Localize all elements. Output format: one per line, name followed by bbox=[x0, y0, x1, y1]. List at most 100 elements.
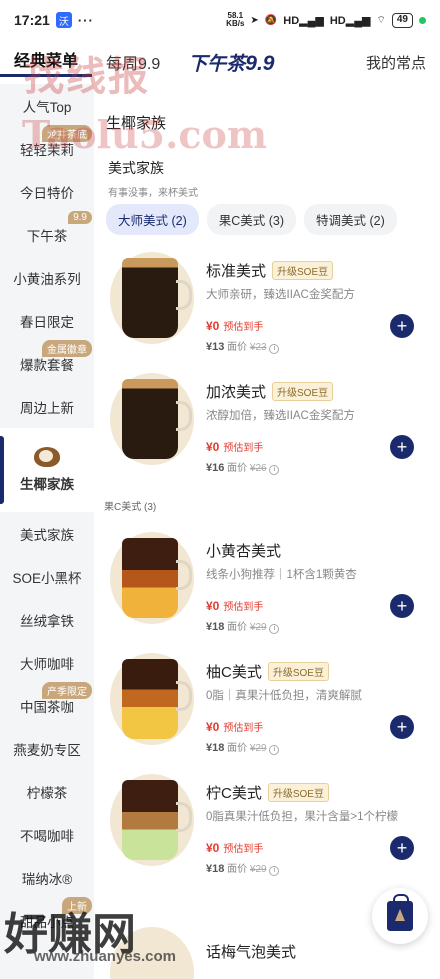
add-to-cart-button[interactable]: + bbox=[390, 715, 414, 739]
price-amount: ¥0 bbox=[206, 318, 220, 333]
network-speed: 58.1 KB/s bbox=[226, 12, 244, 28]
sidebar-item-label: 瑞纳冰® bbox=[21, 871, 73, 887]
product-card[interactable]: 标准美式 升级SOE豆 大师亲研，臻选IIAC金奖配方 ¥0 预估到手 ¥13 面价… bbox=[94, 244, 440, 364]
face-price-label: 面价 bbox=[227, 743, 248, 754]
face-price: ¥18 面价 ¥29 i bbox=[206, 739, 280, 755]
sidebar-item-jasmine[interactable]: 龙井茶底 轻轻茉莉 bbox=[0, 125, 94, 170]
sidebar-item-master[interactable]: 大师咖啡 bbox=[0, 641, 94, 684]
tab-afternoon-tea-label: 下午茶 bbox=[188, 53, 246, 75]
tab-afternoon-tea-price: 9.9 bbox=[245, 51, 275, 75]
sidebar-item-velvet-latte[interactable]: 丝绒拿铁 bbox=[0, 598, 94, 641]
face-price-label: 面价 bbox=[227, 342, 248, 353]
sidebar-item-no-coffee[interactable]: 不喝咖啡 bbox=[0, 813, 94, 856]
product-list: 生椰家族 美式家族 有事没事，来杯美式 大师美式 (2) 果C美式 (3) 特调… bbox=[94, 84, 440, 979]
soe-badge: 升级SOE豆 bbox=[272, 261, 334, 280]
product-card[interactable]: 加浓美式 升级SOE豆 浓醇加倍，臻选IIAC金奖配方 ¥0 预估到手 ¥16 面价… bbox=[94, 365, 440, 485]
price-estimate-label: 预估到手 bbox=[223, 322, 264, 333]
sidebar-item-lemon-tea[interactable]: 柠檬茶 bbox=[0, 770, 94, 813]
sidebar-item-label: 下午茶 bbox=[26, 228, 68, 244]
tab-weekly-99[interactable]: 每周9.9 bbox=[92, 50, 174, 74]
signal-icon-2: HD▂▄▆ bbox=[329, 14, 371, 27]
add-to-cart-button[interactable]: + bbox=[390, 435, 414, 459]
info-icon[interactable]: i bbox=[269, 344, 280, 354]
product-card[interactable]: 小黄杏美式 线条小狗推荐｜1杯含1颗黄杏 ¥0 预估到手 ¥18 面价 ¥29 i… bbox=[94, 524, 440, 644]
location-icon: ➤ bbox=[250, 14, 259, 26]
shopping-bag-icon bbox=[387, 894, 413, 931]
estimated-price: ¥0 预估到手 bbox=[206, 318, 264, 334]
face-price-value: ¥13 bbox=[206, 341, 225, 353]
green-dot-icon bbox=[419, 16, 426, 24]
sidebar-item-dessert[interactable]: 上新 甜品小点 bbox=[0, 897, 94, 942]
sidebar-item-label: 周边上新 bbox=[20, 400, 74, 416]
chip-special-americano[interactable]: 特调美式 (2) bbox=[304, 204, 397, 235]
sidebar-item-coconut[interactable]: 生椰家族 bbox=[0, 428, 94, 512]
coconut-icon bbox=[34, 447, 60, 467]
soe-badge: 升级SOE豆 bbox=[267, 662, 329, 681]
wifi-icon: ⌔ bbox=[376, 14, 386, 26]
iced-coffee-icon bbox=[122, 780, 178, 860]
sidebar-item-label: 燕麦奶专区 bbox=[13, 742, 81, 758]
info-icon[interactable]: i bbox=[269, 866, 280, 876]
price-amount: ¥0 bbox=[206, 439, 220, 454]
add-to-cart-button[interactable]: + bbox=[390, 314, 414, 338]
group-header: 生椰家族 bbox=[106, 115, 167, 132]
product-name: 话梅气泡美式 bbox=[206, 941, 296, 962]
sidebar-item-popular[interactable]: 人气Top bbox=[0, 84, 94, 127]
sidebar-item-merch[interactable]: 周边上新 bbox=[0, 385, 94, 428]
sidebar-item-label: 丝绒拿铁 bbox=[20, 613, 74, 629]
category-title: 美式家族 bbox=[108, 160, 164, 176]
product-image bbox=[110, 927, 194, 979]
original-price: ¥29 bbox=[249, 743, 267, 754]
battery-icon: 49 bbox=[391, 12, 413, 28]
face-price: ¥16 面价 ¥26 i bbox=[206, 459, 280, 475]
sidebar-item-spring[interactable]: 春日限定 bbox=[0, 299, 94, 342]
product-name-text: 话梅气泡美式 bbox=[206, 944, 297, 961]
tab-my-usual[interactable]: 我的常点 bbox=[352, 52, 440, 73]
sidebar-item-combo[interactable]: 金属徽章 爆款套餐 bbox=[0, 340, 94, 385]
estimated-price: ¥0 预估到手 bbox=[206, 439, 263, 455]
product-desc: 0脂真果汁低负担，果汁含量>1个柠檬 bbox=[206, 811, 399, 823]
sidebar-item-label: 大师咖啡 bbox=[20, 656, 74, 672]
estimated-price: ¥0 预估到手 bbox=[206, 598, 263, 614]
info-icon[interactable]: i bbox=[269, 465, 280, 475]
sidebar-item-butter[interactable]: 小黄油系列 bbox=[0, 256, 94, 299]
coffee-cup-icon bbox=[122, 258, 178, 338]
face-price-label: 面价 bbox=[227, 622, 248, 633]
chip-master-americano[interactable]: 大师美式 (2) bbox=[106, 204, 199, 235]
product-name-text: 标准美式 bbox=[206, 263, 267, 280]
info-icon[interactable]: i bbox=[269, 624, 280, 634]
sidebar-item-chinese-tea[interactable]: 产季限定 中国茶咖 bbox=[0, 682, 94, 727]
sidebar-item-today-special[interactable]: 今日特价 bbox=[0, 170, 94, 213]
sidebar-item-label: SOE小黑杯 bbox=[12, 570, 82, 586]
face-price-value: ¥18 bbox=[206, 742, 225, 754]
product-name: 小黄杏美式 bbox=[206, 540, 281, 561]
product-desc: 大师亲研，臻选IIAC金奖配方 bbox=[206, 289, 355, 301]
chip-fruit-c-americano[interactable]: 果C美式 (3) bbox=[206, 204, 297, 235]
sidebar-tag: 产季限定 bbox=[42, 682, 92, 699]
add-to-cart-button[interactable]: + bbox=[390, 594, 414, 618]
add-to-cart-button[interactable]: + bbox=[390, 836, 414, 860]
sidebar-item-americano[interactable]: 美式家族 bbox=[0, 512, 94, 555]
tab-afternoon-tea[interactable]: 下午茶9.9 bbox=[174, 49, 288, 76]
subcategory-chips: 大师美式 (2) 果C美式 (3) 特调美式 (2) bbox=[106, 204, 397, 235]
app-notification-icon: 沃 bbox=[55, 12, 72, 28]
sidebar-tag: 金属徽章 bbox=[42, 340, 92, 357]
status-time: 17:21 bbox=[14, 12, 50, 28]
sidebar-item-label: 不喝咖啡 bbox=[20, 828, 74, 844]
face-price: ¥18 面价 ¥29 i bbox=[206, 860, 280, 876]
sidebar-item-soe[interactable]: SOE小黑杯 bbox=[0, 555, 94, 598]
product-name: 加浓美式 升级SOE豆 bbox=[206, 381, 334, 402]
coffee-cup-icon bbox=[122, 379, 178, 459]
product-card[interactable]: 柚C美式 升级SOE豆 0脂｜真果汁低负担，清爽解腻 ¥0 预估到手 ¥18 面价 … bbox=[94, 645, 440, 765]
sidebar-item-label: 生椰家族 bbox=[20, 477, 74, 492]
sidebar-item-frappe[interactable]: 瑞纳冰® bbox=[0, 856, 94, 899]
original-price: ¥29 bbox=[249, 622, 267, 633]
cart-button[interactable] bbox=[372, 888, 428, 944]
sidebar-item-afternoon-tea[interactable]: 9.9 下午茶 bbox=[0, 211, 94, 256]
sidebar-tag: 9.9 bbox=[68, 211, 92, 224]
info-icon[interactable]: i bbox=[269, 745, 280, 755]
sidebar-item-oat[interactable]: 燕麦奶专区 bbox=[0, 727, 94, 770]
tab-classic-menu[interactable]: 经典菜单 bbox=[0, 47, 93, 77]
estimated-price: ¥0 预估到手 bbox=[206, 840, 263, 856]
product-card[interactable]: 柠C美式 升级SOE豆 0脂真果汁低负担，果汁含量>1个柠檬 ¥0 预估到手 ¥18… bbox=[94, 766, 440, 886]
